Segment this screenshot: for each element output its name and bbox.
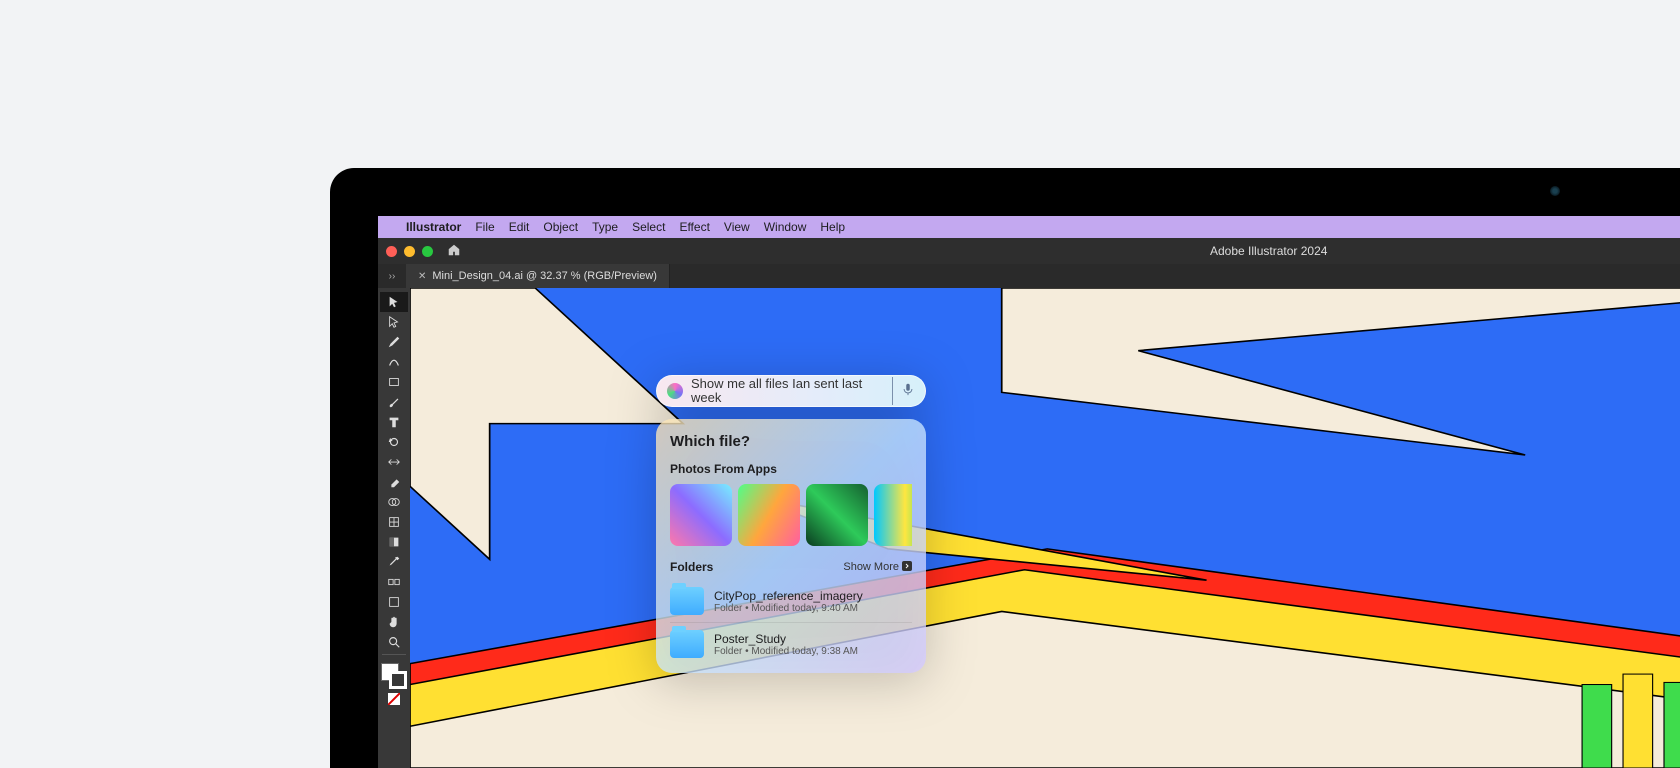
folders-section-label: Folders xyxy=(670,560,713,574)
tool-separator xyxy=(382,654,406,655)
folder-name: CityPop_reference_imagery xyxy=(714,589,863,603)
photo-thumbnail[interactable] xyxy=(738,484,800,546)
menubar-help[interactable]: Help xyxy=(820,220,845,234)
tab-label: Mini_Design_04.ai @ 32.37 % (RGB/Preview… xyxy=(432,270,657,282)
folder-meta: Folder • Modified today, 9:40 AM xyxy=(714,603,863,614)
photo-thumbnail[interactable] xyxy=(874,484,912,546)
menubar-object[interactable]: Object xyxy=(543,220,578,234)
shape-builder-tool[interactable] xyxy=(380,492,408,512)
tools-panel xyxy=(378,288,410,768)
type-tool[interactable] xyxy=(380,412,408,432)
menubar-app[interactable]: Illustrator xyxy=(406,220,461,234)
curvature-tool[interactable] xyxy=(380,352,408,372)
folder-icon xyxy=(670,630,704,658)
photo-thumbnail[interactable] xyxy=(670,484,732,546)
siri-search-bar[interactable]: Show me all files Ian sent last week xyxy=(656,375,926,407)
eyedropper-tool[interactable] xyxy=(380,552,408,572)
minimize-icon[interactable] xyxy=(404,246,415,257)
zoom-tool[interactable] xyxy=(380,632,408,652)
siri-icon xyxy=(667,383,683,399)
window-controls xyxy=(386,246,433,257)
mac-menubar: Illustrator File Edit Object Type Select… xyxy=(378,216,1680,238)
window-title: Adobe Illustrator 2024 xyxy=(1210,244,1327,258)
width-tool[interactable] xyxy=(380,452,408,472)
menubar-view[interactable]: View xyxy=(724,220,750,234)
chevron-right-icon xyxy=(902,561,912,574)
show-more-label: Show More xyxy=(843,561,899,573)
siri-overlay: Show me all files Ian sent last week Whi… xyxy=(656,375,926,673)
folder-result[interactable]: CityPop_reference_imagery Folder • Modif… xyxy=(670,580,912,623)
rectangle-tool[interactable] xyxy=(380,372,408,392)
hand-tool[interactable] xyxy=(380,612,408,632)
photo-thumbnail[interactable] xyxy=(806,484,868,546)
paintbrush-tool[interactable] xyxy=(380,392,408,412)
menubar-edit[interactable]: Edit xyxy=(509,220,530,234)
menubar-file[interactable]: File xyxy=(475,220,494,234)
gradient-tool[interactable] xyxy=(380,532,408,552)
close-icon[interactable] xyxy=(386,246,397,257)
blend-tool[interactable] xyxy=(380,572,408,592)
zoom-icon[interactable] xyxy=(422,246,433,257)
artboard-tool[interactable] xyxy=(380,592,408,612)
microphone-icon[interactable] xyxy=(901,382,915,401)
document-tabs: ›› ✕ Mini_Design_04.ai @ 32.37 % (RGB/Pr… xyxy=(378,264,1680,288)
home-icon[interactable] xyxy=(447,243,461,260)
window-titlebar: Adobe Illustrator 2024 xyxy=(378,238,1680,264)
monitor-bezel: Illustrator File Edit Object Type Select… xyxy=(330,168,1680,768)
close-tab-icon[interactable]: ✕ xyxy=(418,271,426,282)
pen-tool[interactable] xyxy=(380,332,408,352)
siri-results-panel: Which file? Photos From Apps Folders Sho… xyxy=(656,419,926,673)
photos-section-label: Photos From Apps xyxy=(670,462,912,476)
canvas[interactable] xyxy=(410,288,1680,768)
stroke-swatch[interactable] xyxy=(389,671,407,689)
artwork xyxy=(410,288,1680,768)
menubar-select[interactable]: Select xyxy=(632,220,665,234)
fill-stroke-swatch[interactable] xyxy=(381,663,407,689)
folder-meta: Folder • Modified today, 9:38 AM xyxy=(714,646,858,657)
selection-tool[interactable] xyxy=(380,292,408,312)
folder-icon xyxy=(670,587,704,615)
photos-row xyxy=(670,484,912,546)
siri-prompt: Which file? xyxy=(670,433,912,450)
camera-icon xyxy=(1550,186,1560,196)
perspective-grid-tool[interactable] xyxy=(380,512,408,532)
direct-selection-tool[interactable] xyxy=(380,312,408,332)
screen: Illustrator File Edit Object Type Select… xyxy=(378,216,1680,768)
menubar-type[interactable]: Type xyxy=(592,220,618,234)
document-tab[interactable]: ✕ Mini_Design_04.ai @ 32.37 % (RGB/Previ… xyxy=(406,264,670,288)
show-more-button[interactable]: Show More xyxy=(843,561,912,574)
siri-query-text[interactable]: Show me all files Ian sent last week xyxy=(691,377,893,405)
eraser-tool[interactable] xyxy=(380,472,408,492)
none-swatch-icon[interactable] xyxy=(388,693,400,705)
workarea xyxy=(378,288,1680,768)
panel-expand-icon[interactable]: ›› xyxy=(378,271,406,282)
rotate-tool[interactable] xyxy=(380,432,408,452)
folder-result[interactable]: Poster_Study Folder • Modified today, 9:… xyxy=(670,623,912,665)
folder-name: Poster_Study xyxy=(714,632,858,646)
menubar-window[interactable]: Window xyxy=(764,220,807,234)
menubar-effect[interactable]: Effect xyxy=(679,220,709,234)
